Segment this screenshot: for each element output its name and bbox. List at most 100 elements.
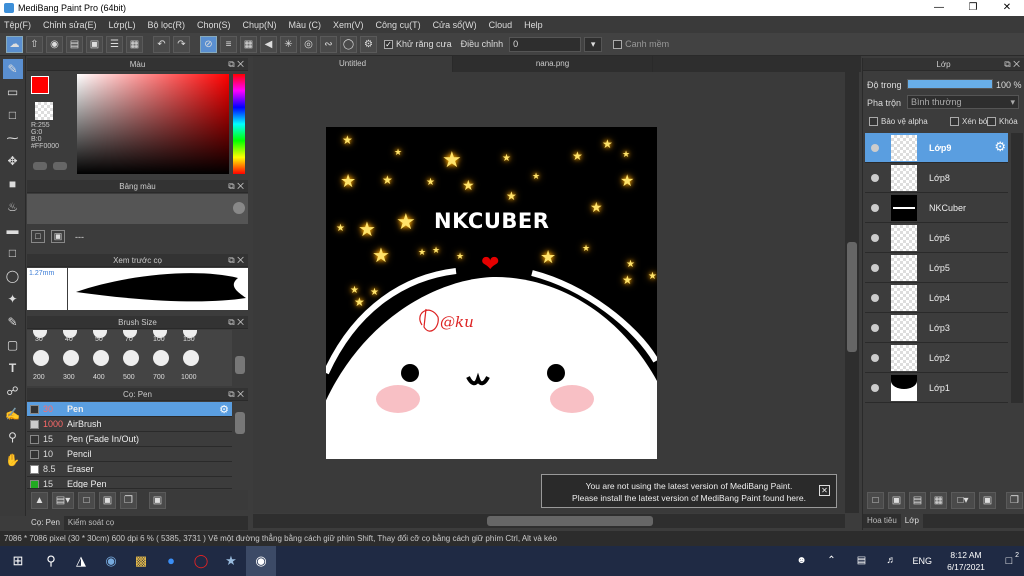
vanish-snap-icon[interactable]: ◀ xyxy=(260,35,277,53)
curve-snap-icon[interactable]: ∾ xyxy=(320,35,337,53)
menu-window[interactable]: Cửa sổ(W) xyxy=(433,20,477,30)
snap-checkbox[interactable] xyxy=(613,39,623,49)
menu-color[interactable]: Màu (C) xyxy=(289,20,322,30)
layer-row-lop2[interactable]: Lớp2 xyxy=(865,343,1008,373)
tab-navigator[interactable]: Hoa tiêu xyxy=(863,514,901,528)
color-mode-button[interactable] xyxy=(53,162,67,170)
close-icon[interactable]: ⧉ ✕ xyxy=(1004,58,1020,71)
snap-off-icon[interactable]: ⊘ xyxy=(200,35,217,53)
bucket-tool-icon[interactable]: ♨ xyxy=(3,197,23,217)
windows-start-icon[interactable]: ⊞ xyxy=(0,546,36,576)
radial-snap-icon[interactable]: ✳ xyxy=(280,35,297,53)
task-view-icon[interactable]: ◮ xyxy=(66,546,96,576)
pen-item-eraser[interactable]: 8.5 Eraser xyxy=(27,462,232,477)
circle-snap-icon[interactable]: ◎ xyxy=(300,35,317,53)
color-square[interactable] xyxy=(77,74,229,174)
close-icon[interactable]: ✕ xyxy=(819,485,830,496)
select-eraser-icon[interactable]: ▢ xyxy=(3,335,23,355)
network-icon[interactable]: ▤ xyxy=(846,546,876,576)
update-notice[interactable]: You are not using the latest version of … xyxy=(541,474,837,508)
scroll-thumb[interactable] xyxy=(233,202,245,214)
clock[interactable]: 8:12 AM 6/17/2021 xyxy=(938,549,994,573)
brush-size-400[interactable] xyxy=(93,350,109,366)
layer-row-lop5[interactable]: Lớp5 xyxy=(865,253,1008,283)
visibility-icon[interactable] xyxy=(871,144,879,152)
cloud-icon[interactable]: ☁ xyxy=(6,35,23,53)
layer-menu-icon[interactable]: □▾ xyxy=(951,491,975,509)
duplicate-icon[interactable]: ❐ xyxy=(1006,491,1023,509)
snap-settings-icon[interactable]: ⚙ xyxy=(360,35,377,53)
menu-select[interactable]: Chọn(S) xyxy=(197,20,231,30)
eyedropper-icon[interactable]: ⚲ xyxy=(3,427,23,447)
menu-help[interactable]: Help xyxy=(524,20,543,30)
scroll-thumb[interactable] xyxy=(235,356,245,374)
palette-area[interactable] xyxy=(27,194,248,224)
maximize-button[interactable]: ❐ xyxy=(956,0,990,16)
folder-icon[interactable]: ▣ xyxy=(979,491,996,509)
trash-icon[interactable]: ▣ xyxy=(149,491,166,509)
primary-color-swatch[interactable] xyxy=(31,76,49,94)
language-indicator[interactable]: ENG xyxy=(912,556,932,566)
tray-up-icon[interactable]: ⌃ xyxy=(816,546,846,576)
layer-row-lop9[interactable]: Lớp9 ⚙ xyxy=(865,133,1008,163)
people-icon[interactable]: ☻ xyxy=(786,546,816,576)
visibility-icon[interactable] xyxy=(871,384,879,392)
search-icon[interactable]: ⚲ xyxy=(36,546,66,576)
text-tool-icon[interactable]: T xyxy=(3,358,23,378)
clip-toggle[interactable]: Xén bớt xyxy=(950,117,990,126)
menu-cloud[interactable]: Cloud xyxy=(489,20,513,30)
artwork-canvas[interactable]: ★ ★ ★ ★ ★ ★ ★ ★ ★ ★ ★ ★ ★ ★ ★ ★ ★ ★ ★ ★ … xyxy=(326,127,657,459)
copy-layer-icon[interactable]: ▣ xyxy=(888,491,905,509)
list-icon[interactable]: ☰ xyxy=(106,35,123,53)
close-icon[interactable]: ⧉ ✕ xyxy=(228,316,244,329)
menu-layer[interactable]: Lớp(L) xyxy=(109,20,136,30)
edge-icon[interactable]: ◉ xyxy=(96,546,126,576)
parallel-snap-icon[interactable]: ≡ xyxy=(220,35,237,53)
close-icon[interactable]: ⧉ ✕ xyxy=(228,58,244,71)
new-palette-icon[interactable]: □ xyxy=(31,230,45,243)
save-icon[interactable]: ▣ xyxy=(86,35,103,53)
tab-untitled[interactable]: Untitled xyxy=(253,56,453,72)
pen-item-airbrush[interactable]: 1000 AirBrush xyxy=(27,417,232,432)
visibility-icon[interactable] xyxy=(871,264,879,272)
protect-alpha-checkbox[interactable] xyxy=(869,117,878,126)
antialias-toggle[interactable]: ✓ Khử răng cưa xyxy=(384,39,452,49)
scroll-thumb[interactable] xyxy=(235,412,245,434)
trash-icon[interactable]: ▣ xyxy=(51,230,65,243)
tab-nana[interactable]: nana.png xyxy=(453,56,653,72)
chevron-down-icon[interactable]: ▾ xyxy=(584,36,603,52)
chrome-icon[interactable]: ◉ xyxy=(246,546,276,576)
dot-tool-icon[interactable]: ⁓ xyxy=(3,128,23,148)
lock-toggle[interactable]: Khóa xyxy=(987,117,1018,126)
redo-icon[interactable]: ↷ xyxy=(173,35,190,53)
select-tool-icon[interactable]: □ xyxy=(3,243,23,263)
brush-size-200[interactable] xyxy=(33,350,49,366)
blur-tool-icon[interactable]: ✍ xyxy=(3,404,23,424)
cross-snap-icon[interactable]: ▦ xyxy=(240,35,257,53)
gear-icon[interactable]: ⚙ xyxy=(219,403,229,416)
copy-icon[interactable]: □ xyxy=(78,491,95,509)
protect-alpha-toggle[interactable]: Bảo vệ alpha xyxy=(869,117,928,126)
tab-pen[interactable]: Cọ: Pen xyxy=(27,516,64,530)
fill-rect-icon[interactable]: ■ xyxy=(3,174,23,194)
layer-row-lop3[interactable]: Lớp3 xyxy=(865,313,1008,343)
menu-edit[interactable]: Chỉnh sửa(E) xyxy=(43,20,97,30)
menu-tools[interactable]: Công cụ(T) xyxy=(376,20,421,30)
hue-slider[interactable] xyxy=(233,74,245,174)
scroll-thumb[interactable] xyxy=(847,242,857,352)
volume-icon[interactable]: ♬ xyxy=(876,546,906,576)
upload-icon[interactable]: ⇧ xyxy=(26,35,43,53)
pen-item-pencil[interactable]: 10 Pencil xyxy=(27,447,232,462)
comment-icon[interactable]: ◉ xyxy=(46,35,63,53)
menu-filter[interactable]: Bộ lọc(R) xyxy=(147,20,185,30)
color-toggle-button[interactable] xyxy=(33,162,47,170)
brush-tool-icon[interactable]: ✎ xyxy=(2,59,23,79)
antialias-checkbox[interactable]: ✓ xyxy=(384,39,393,49)
lock-checkbox[interactable] xyxy=(987,117,996,126)
zalo-icon[interactable]: ● xyxy=(156,546,186,576)
paint-icon[interactable]: ★ xyxy=(216,546,246,576)
layer-scrollbar[interactable] xyxy=(1011,133,1023,403)
brush-menu-icon[interactable]: ▤▾ xyxy=(52,491,74,509)
visibility-icon[interactable] xyxy=(871,234,879,242)
tab-brush-control[interactable]: Kiểm soát cọ xyxy=(64,516,118,530)
